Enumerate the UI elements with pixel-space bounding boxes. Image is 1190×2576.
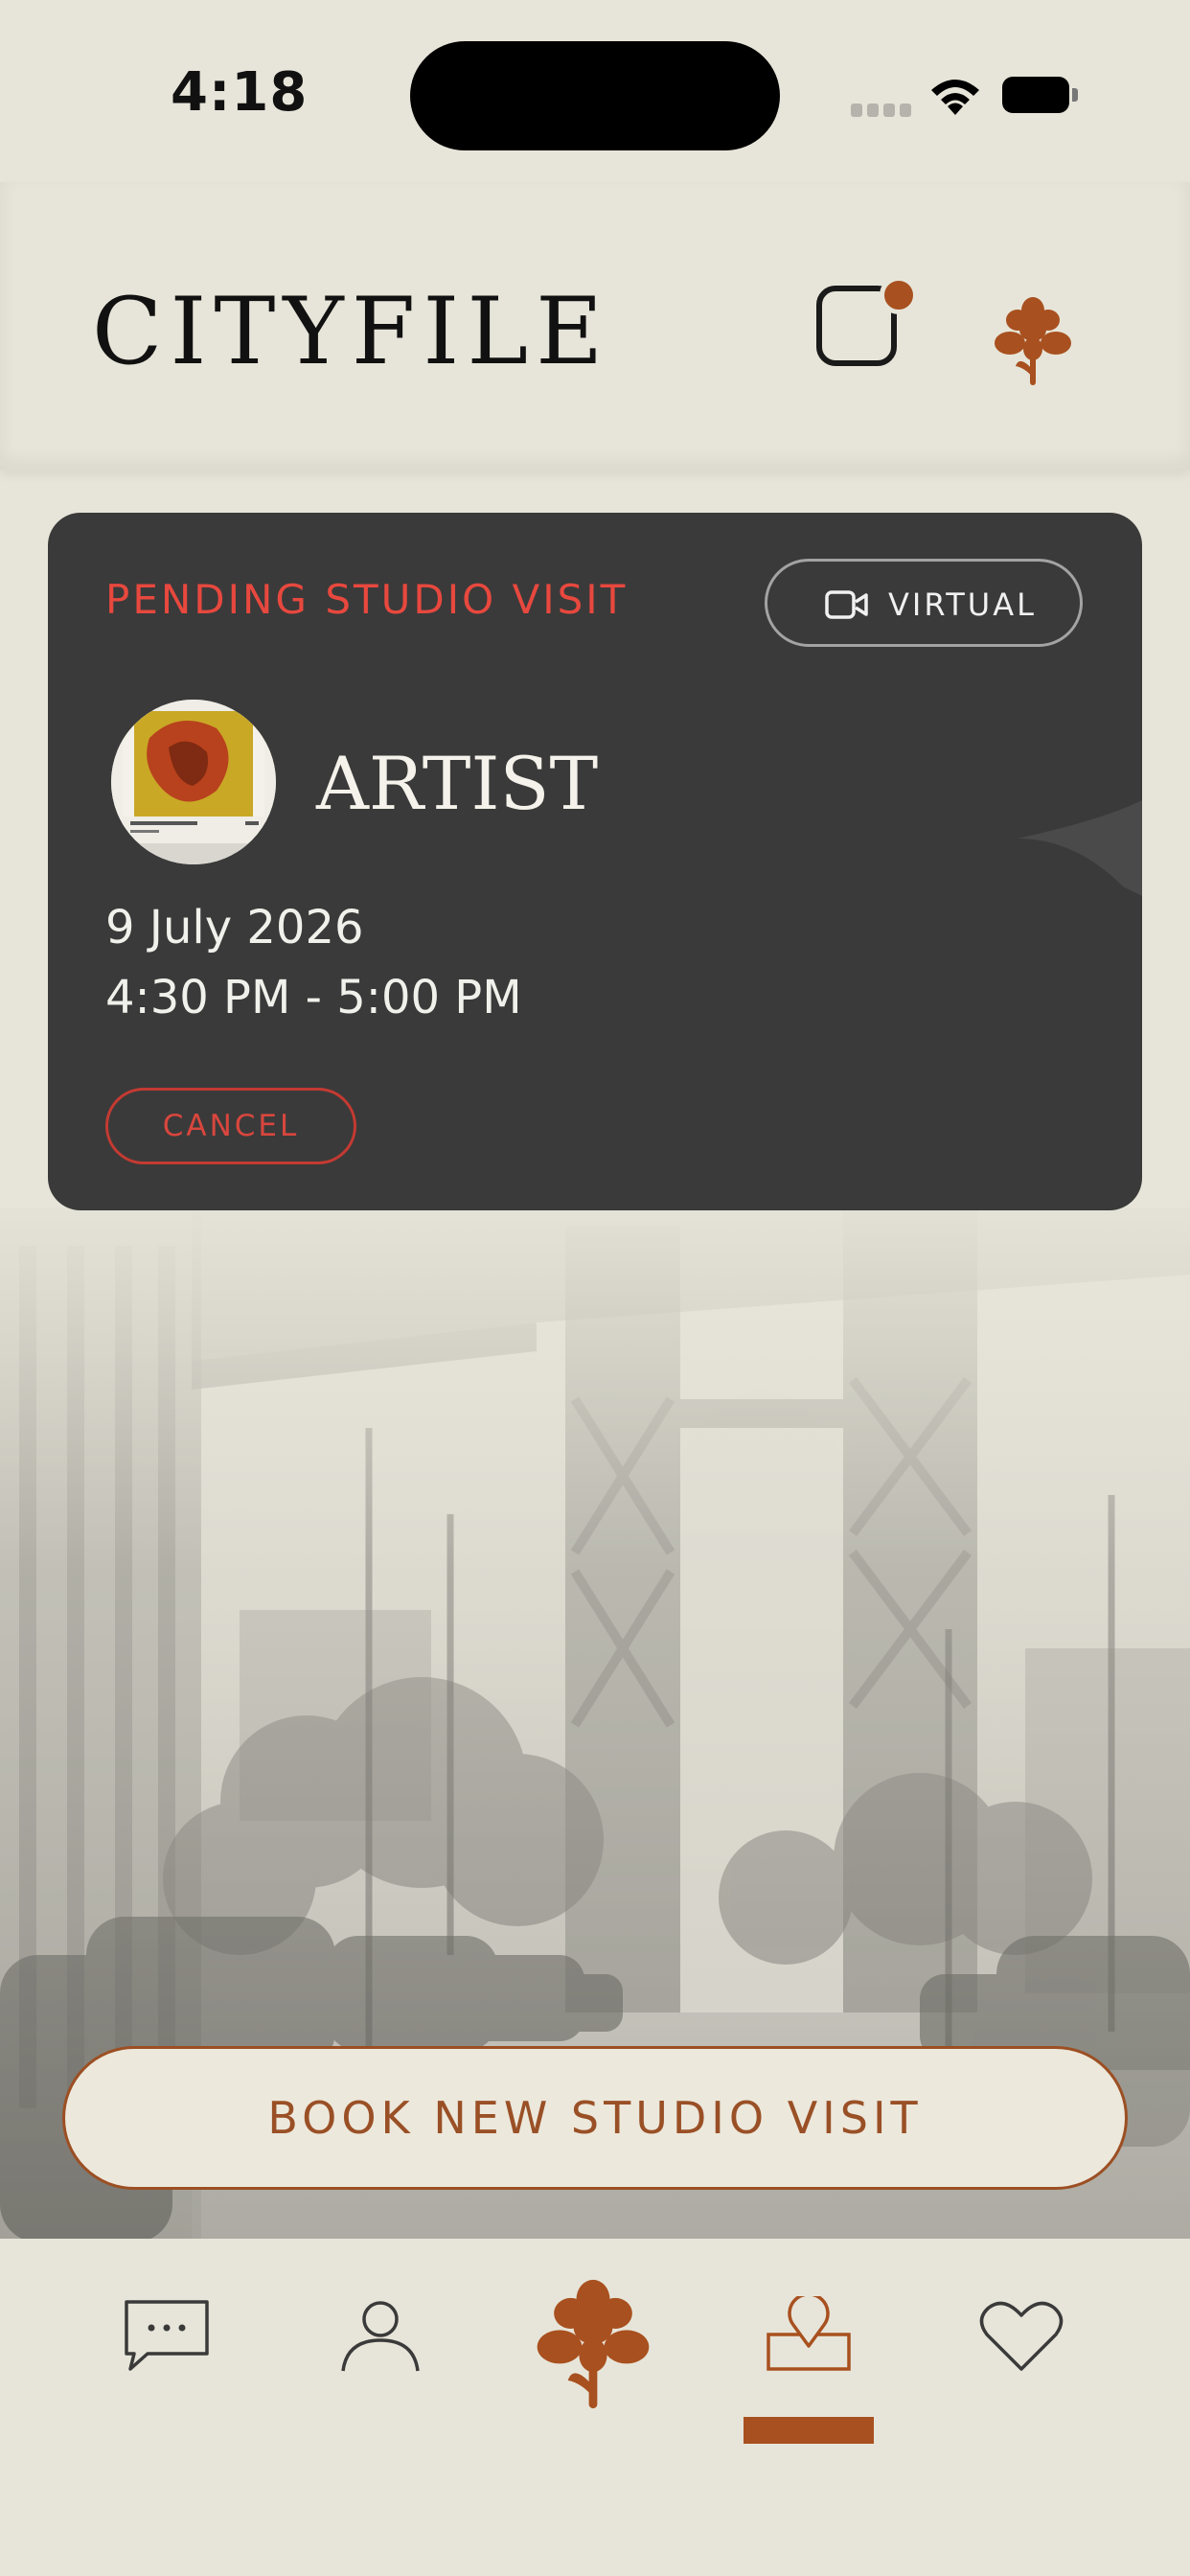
book-new-visit-button[interactable]: BOOK NEW STUDIO VISIT — [62, 2046, 1128, 2190]
dynamic-island — [410, 41, 780, 150]
tab-bar — [0, 2239, 1190, 2576]
cellular-signal-icon — [851, 104, 912, 117]
wifi-icon — [931, 80, 979, 115]
app-header: CITYFILE — [0, 182, 1190, 470]
artist-avatar[interactable] — [111, 700, 276, 864]
app-screen: 4:18 CITYFILE PENDING STUDIO VISIT VIRTU… — [0, 0, 1190, 2576]
speech-bubble-icon[interactable] — [123, 2298, 211, 2375]
virtual-badge[interactable]: VIRTUAL — [765, 559, 1083, 647]
app-logo[interactable]: CITYFILE — [92, 286, 610, 378]
battery-icon — [1002, 77, 1079, 115]
decorative-swoosh — [1018, 800, 1142, 896]
iris-icon[interactable] — [993, 295, 1073, 387]
visit-date: 9 July 2026 — [105, 901, 364, 954]
visit-time: 4:30 PM - 5:00 PM — [105, 971, 522, 1024]
status-time: 4:18 — [171, 61, 309, 124]
iris-home-icon[interactable] — [531, 2277, 655, 2411]
active-tab-indicator — [744, 2417, 874, 2444]
pending-visit-card: PENDING STUDIO VISIT VIRTUAL ARTIST 9 Ju… — [48, 513, 1142, 1210]
cancel-button[interactable]: CANCEL — [105, 1088, 356, 1164]
visit-status: PENDING STUDIO VISIT — [105, 576, 629, 623]
notification-dot — [880, 276, 918, 314]
virtual-label: VIRTUAL — [888, 586, 1037, 623]
artist-name[interactable]: ARTIST — [316, 741, 598, 826]
notifications-button[interactable] — [816, 276, 918, 366]
status-bar: 4:18 — [0, 0, 1190, 182]
heart-icon[interactable] — [977, 2298, 1065, 2375]
map-pin-icon[interactable] — [765, 2296, 853, 2373]
video-camera-icon — [825, 590, 868, 619]
person-icon[interactable] — [339, 2298, 422, 2375]
